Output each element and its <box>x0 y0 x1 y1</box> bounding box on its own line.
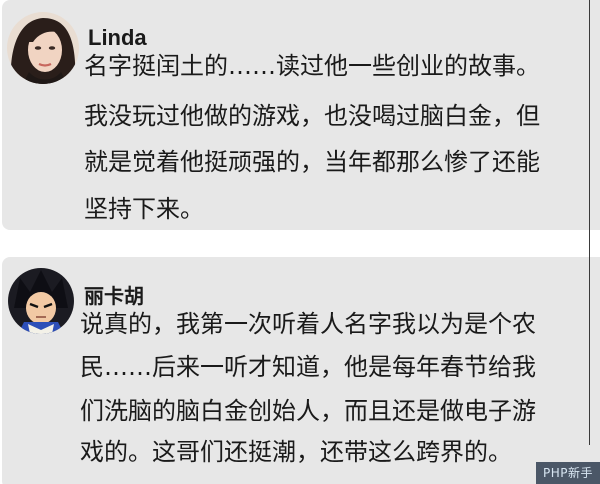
comment-text-line: 们洗脑的脑白金创始人，而且还是做电子游 <box>80 397 536 425</box>
watermark: PHP新手 <box>536 462 600 484</box>
comment-feed: Linda 名字挺闰土的……读过他一些创业的故事。 我没玩过他做的游戏，也没喝过… <box>0 0 600 484</box>
comment-text-line: 我没玩过他做的游戏，也没喝过脑白金，但 <box>84 102 540 130</box>
portrait-avatar-icon <box>7 12 79 84</box>
comment-username[interactable]: Linda <box>88 25 147 51</box>
avatar[interactable] <box>8 268 74 334</box>
comment-text-line: 戏的。这哥们还挺潮，还带这么跨界的。 <box>80 438 512 466</box>
comment-text-line: 就是觉着他挺顽强的，当年都那么惨了还能 <box>84 148 540 176</box>
comment-text-line: 民……后来一听才知道，他是每年春节给我 <box>80 353 536 381</box>
cartoon-avatar-icon <box>8 268 74 334</box>
comment-text-line: 坚持下来。 <box>84 195 204 223</box>
vertical-divider <box>589 0 590 445</box>
comment-username[interactable]: 丽卡胡 <box>84 280 144 309</box>
comment-text-line: 名字挺闰土的……读过他一些创业的故事。 <box>84 52 540 80</box>
comment-text-line: 说真的，我第一次听着人名字我以为是个农 <box>80 310 536 338</box>
avatar[interactable] <box>7 12 79 84</box>
